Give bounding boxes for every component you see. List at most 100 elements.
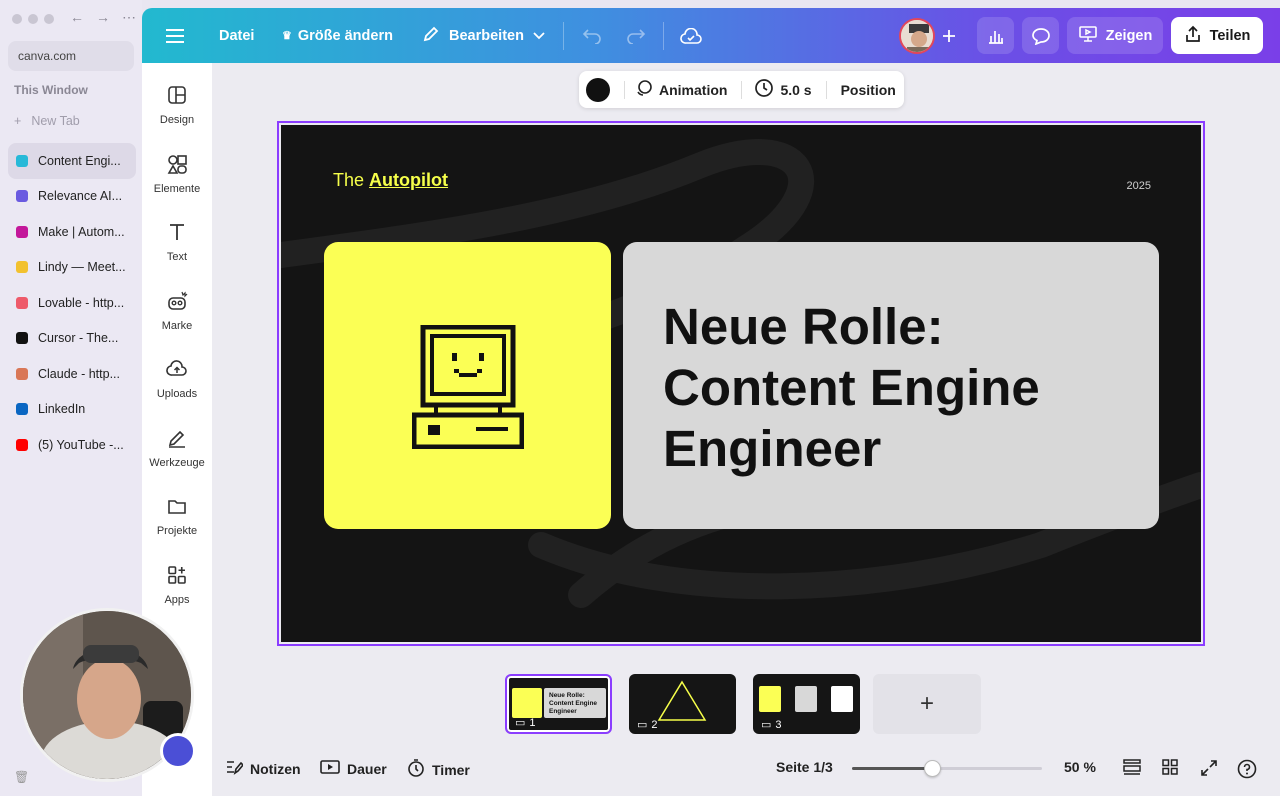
tab-list: Content Engi... Relevance AI... Make | Aut… <box>8 143 136 463</box>
add-collaborator-icon[interactable] <box>941 8 957 63</box>
close-window-button[interactable] <box>12 14 22 24</box>
context-toolbar: Animation 5.0 s Position <box>579 71 904 108</box>
fullscreen-icon[interactable] <box>1200 759 1218 777</box>
browser-tab[interactable]: Claude - http... <box>8 356 136 392</box>
browser-tab[interactable]: Lindy — Meet... <box>8 250 136 286</box>
forward-icon[interactable]: → <box>96 9 110 26</box>
notes-label: Notizen <box>250 760 301 777</box>
share-label: Teilen <box>1209 27 1251 44</box>
plus-icon: + <box>14 114 22 128</box>
retro-computer-icon <box>412 325 524 449</box>
redo-icon[interactable] <box>626 8 646 63</box>
tool-apps[interactable]: Apps <box>142 564 212 606</box>
chevron-down-icon <box>533 28 545 44</box>
headline-card[interactable]: Neue Rolle: Content Engine Engineer <box>623 242 1159 529</box>
apps-icon <box>166 564 188 586</box>
animation-button[interactable]: Animation <box>635 79 727 100</box>
tools-icon <box>166 427 188 449</box>
minimize-window-button[interactable] <box>28 14 38 24</box>
page-number: ▭ 3 <box>761 718 782 732</box>
page-thumbnail-3[interactable]: ▭ 3 <box>753 674 860 734</box>
tool-label: Elemente <box>153 182 201 195</box>
slide-selection-frame[interactable]: The Autopilot 2025 Neue Rolle: Content E… <box>277 121 1205 646</box>
browser-tab-label: Cursor - The... <box>38 331 119 346</box>
duration-button[interactable]: 5.0 s <box>754 78 812 101</box>
browser-tab[interactable]: (5) YouTube -... <box>8 427 136 463</box>
grid-view-icon[interactable] <box>1162 759 1178 775</box>
url-bar[interactable]: canva.com <box>8 41 134 71</box>
add-page-button[interactable]: + <box>873 674 981 734</box>
file-menu[interactable]: Datei <box>219 8 254 63</box>
play-box-icon <box>320 759 340 778</box>
slide-headline[interactable]: Neue Rolle: Content Engine Engineer <box>663 296 1040 479</box>
editor-topbar: Datei ♛ Größe ändern Bearbeiten Zeigen T… <box>142 8 1280 63</box>
tool-uploads[interactable]: Uploads <box>142 358 212 400</box>
page-indicator[interactable]: Seite 1/3 <box>776 759 833 775</box>
browser-tab[interactable]: Make | Autom... <box>8 214 136 250</box>
comment-icon[interactable] <box>1022 17 1059 54</box>
tool-werkzeuge[interactable]: Werkzeuge <box>142 427 212 469</box>
timer-button[interactable]: Timer <box>407 759 470 780</box>
new-tab-button[interactable]: + New Tab <box>14 114 80 128</box>
more-icon[interactable]: ⋯ <box>122 9 136 26</box>
undo-icon[interactable] <box>582 8 602 63</box>
zoom-level[interactable]: 50 % <box>1064 759 1096 775</box>
zoom-slider-fill <box>852 767 932 770</box>
tool-elemente[interactable]: Elemente <box>142 153 212 195</box>
browser-tab[interactable]: Relevance AI... <box>8 179 136 215</box>
camera-control-button[interactable] <box>160 733 196 769</box>
help-icon[interactable] <box>1237 759 1257 779</box>
back-icon[interactable]: ← <box>70 9 84 26</box>
browser-tab-label: Make | Autom... <box>38 224 125 239</box>
brand-logo: The Autopilot <box>333 170 448 191</box>
illustration-card[interactable] <box>324 242 611 529</box>
tool-design[interactable]: Design <box>142 84 212 126</box>
page-thumbnail-1[interactable]: Neue Rolle: Content Engine Engineer ▭ 1 <box>505 674 612 734</box>
page-number: ▭ 1 <box>515 716 536 730</box>
browser-tab[interactable]: LinkedIn <box>8 392 136 428</box>
tool-label: Apps <box>164 593 190 606</box>
maximize-window-button[interactable] <box>44 14 54 24</box>
zoom-slider[interactable] <box>852 760 1042 777</box>
tool-text[interactable]: Text <box>142 221 212 263</box>
duration-bottom-label: Dauer <box>347 760 387 777</box>
browser-tab[interactable]: Content Engi... <box>8 143 136 179</box>
cloud-saved-icon[interactable] <box>680 8 702 63</box>
headline-line: Engineer <box>663 420 882 477</box>
position-button[interactable]: Position <box>841 82 896 98</box>
present-label: Zeigen <box>1105 27 1153 44</box>
browser-tab[interactable]: Lovable - http... <box>8 285 136 321</box>
favicon-icon <box>16 332 28 345</box>
color-swatch[interactable] <box>586 77 610 102</box>
browser-tab[interactable]: Cursor - The... <box>8 321 136 357</box>
tool-label: Text <box>166 251 188 263</box>
pages-view-icon[interactable] <box>1123 759 1141 775</box>
menu-icon[interactable] <box>166 8 184 63</box>
page-thumbnail-2[interactable]: ▭ 2 <box>629 674 736 734</box>
duration-bottom-button[interactable]: Dauer <box>320 759 387 778</box>
tool-projekte[interactable]: Projekte <box>142 495 212 537</box>
timer-icon <box>407 759 425 780</box>
tool-marke[interactable]: Marke <box>142 290 212 332</box>
presentation-icon: ▭ <box>761 719 772 731</box>
avatar[interactable] <box>899 18 935 54</box>
notes-button[interactable]: Notizen <box>225 759 301 778</box>
presentation-icon <box>1078 25 1098 47</box>
browser-nav: ← → ⋯ <box>70 9 136 26</box>
browser-tab-label: Claude - http... <box>38 366 120 381</box>
tool-label: Projekte <box>156 525 198 537</box>
favicon-icon <box>16 154 28 167</box>
headline-line: Content Engine <box>663 359 1040 416</box>
duration-label: 5.0 s <box>780 81 812 98</box>
share-button[interactable]: Teilen <box>1171 17 1263 54</box>
zoom-slider-handle[interactable] <box>923 760 941 777</box>
page-number: ▭ 2 <box>637 718 658 732</box>
insights-icon[interactable] <box>977 17 1014 54</box>
favicon-icon <box>16 403 28 416</box>
trash-icon[interactable]: 🗑 <box>14 770 29 784</box>
animation-label: Animation <box>659 81 728 98</box>
present-button[interactable]: Zeigen <box>1067 17 1163 54</box>
edit-menu[interactable]: Bearbeiten <box>422 8 545 63</box>
resize-button[interactable]: ♛ Größe ändern <box>282 8 393 63</box>
slide[interactable]: The Autopilot 2025 Neue Rolle: Content E… <box>281 125 1201 642</box>
